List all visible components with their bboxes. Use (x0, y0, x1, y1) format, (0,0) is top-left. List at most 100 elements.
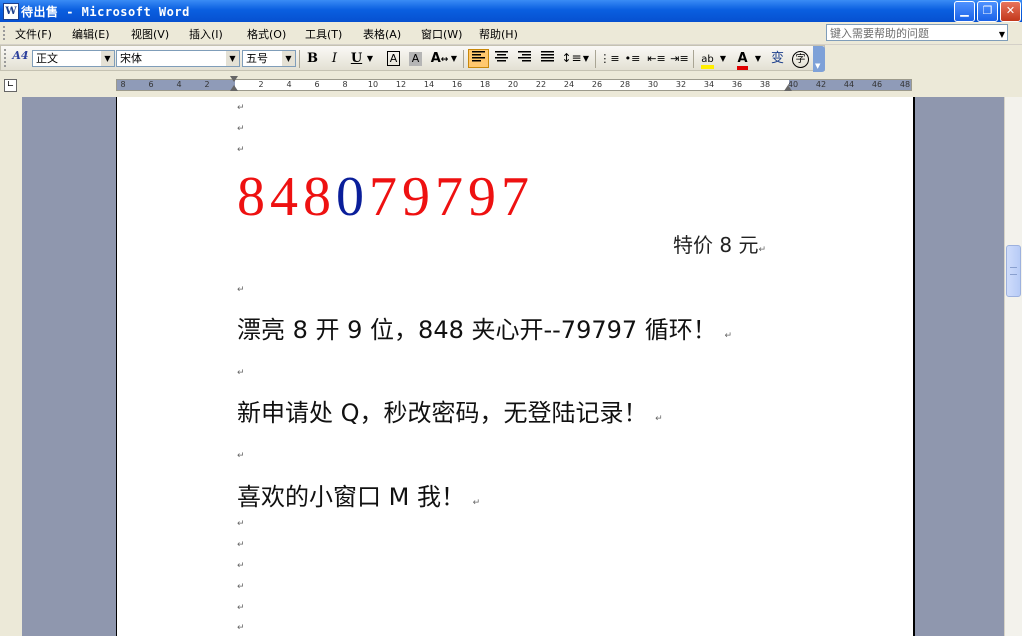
ruler-tick-label: 36 (731, 80, 743, 89)
italic-button[interactable]: I (324, 49, 345, 68)
enclose-characters-button[interactable]: 字 (790, 49, 811, 68)
font-select[interactable]: 宋体 ▼ (116, 50, 240, 67)
first-line-indent-marker[interactable] (230, 76, 238, 82)
phonetic-guide-icon: 变 (770, 51, 784, 66)
vertical-scrollbar[interactable] (1004, 97, 1022, 636)
paragraph-mark: ↵ (758, 245, 766, 255)
menu-view[interactable]: 视图(V) (131, 26, 169, 42)
chevron-down-icon[interactable]: ▼ (101, 51, 114, 66)
ruler-tick-label: 12 (395, 80, 407, 89)
right-indent-marker[interactable] (784, 85, 792, 91)
line-3-text: 喜欢的小窗口 M 我！ (237, 483, 465, 511)
paragraph-mark: ↵ (237, 103, 245, 113)
styles-pane-icon[interactable]: A4 (10, 49, 31, 68)
restore-button[interactable]: ❐ (977, 1, 998, 22)
ruler-tick-label: 6 (148, 80, 154, 89)
menu-insert[interactable]: 插入(I) (189, 26, 223, 42)
hanging-indent-marker[interactable] (230, 85, 238, 91)
justify-button[interactable] (537, 49, 558, 68)
font-color-dropdown-icon[interactable]: ▼ (753, 49, 763, 68)
chevron-down-icon[interactable]: ▼ (226, 51, 239, 66)
decrease-indent-button[interactable]: ⇤≡ (646, 49, 667, 68)
chevron-down-icon[interactable]: ▼ (282, 51, 295, 66)
menu-help[interactable]: 帮助(H) (479, 26, 518, 42)
help-search-input[interactable]: 键入需要帮助的问题 ▼ (826, 24, 1008, 41)
font-color-button[interactable]: A (732, 49, 753, 70)
big-digit: 9 (468, 166, 501, 228)
align-left-icon (472, 51, 485, 62)
menu-edit[interactable]: 编辑(E) (72, 26, 110, 42)
ruler-tick-label: 42 (815, 80, 827, 89)
paragraph-mark: ↵ (237, 451, 245, 461)
menu-file[interactable]: 文件(F) (15, 26, 52, 42)
menu-format[interactable]: 格式(O) (247, 26, 286, 42)
bulleted-list-icon: •≡ (624, 52, 641, 65)
style-select[interactable]: 正文 ▼ (32, 50, 115, 67)
title-bar[interactable]: W 待出售 - Microsoft Word ▁ ❐ ✕ (0, 0, 1022, 22)
align-right-button[interactable] (514, 49, 535, 68)
toolbar-separator (463, 50, 464, 68)
big-digit: 9 (402, 166, 435, 228)
line-spacing-icon: ↕≡ (561, 51, 582, 65)
document-area[interactable]: ↵ ↵ ↵ 848079797 特价 8 元↵ ↵ 漂亮 8 开 9 位，848… (22, 97, 1004, 636)
line-spacing-button[interactable]: ↕≡ (561, 49, 582, 68)
close-button[interactable]: ✕ (1000, 1, 1021, 22)
ruler-tick-label: 46 (871, 80, 883, 89)
close-icon: ✕ (1005, 4, 1016, 17)
font-size-select[interactable]: 五号 ▼ (242, 50, 296, 67)
restore-icon: ❐ (982, 4, 993, 17)
char-shading-button[interactable]: A (405, 49, 426, 68)
ruler-tick-label: 48 (899, 80, 911, 89)
increase-indent-button[interactable]: ⇥≡ (669, 49, 690, 68)
decrease-indent-icon: ⇤≡ (647, 52, 666, 65)
document-page[interactable]: ↵ ↵ ↵ 848079797 特价 8 元↵ ↵ 漂亮 8 开 9 位，848… (116, 97, 915, 636)
align-right-icon (518, 51, 531, 62)
paragraph-mark: ↵ (237, 603, 245, 613)
word-app-icon[interactable]: W (3, 3, 19, 20)
char-border-icon: A (386, 51, 401, 66)
increase-indent-icon: ⇥≡ (670, 52, 689, 65)
toolbar-options-button[interactable]: ▼ (813, 46, 825, 72)
tab-selector[interactable]: ∟ (4, 79, 17, 92)
bullets-button[interactable]: •≡ (622, 49, 643, 68)
highlight-button[interactable]: ab (697, 49, 718, 69)
ruler-tick-label: 26 (591, 80, 603, 89)
underline-button[interactable]: U (346, 49, 367, 68)
ruler-tick-label: 2 (258, 80, 264, 89)
menu-tools[interactable]: 工具(T) (305, 26, 342, 42)
help-placeholder: 键入需要帮助的问题 (830, 27, 929, 40)
line-spacing-dropdown-icon[interactable]: ▼ (581, 49, 591, 68)
ruler-tick-label: 24 (563, 80, 575, 89)
chevron-down-icon[interactable]: ▼ (999, 26, 1005, 43)
tab-stop-icon: ∟ (6, 80, 15, 90)
underline-dropdown-icon[interactable]: ▼ (365, 49, 375, 68)
toolbar-grip[interactable] (4, 49, 9, 67)
numbered-list-icon: ⋮≡ (599, 52, 620, 65)
ruler-tick-label: 22 (535, 80, 547, 89)
scrollbar-thumb[interactable] (1006, 245, 1021, 297)
ruler-tick-label: 4 (286, 80, 292, 89)
char-scale-dropdown-icon[interactable]: ▼ (449, 49, 459, 68)
phonetic-guide-button[interactable]: 变 (767, 49, 788, 68)
ruler-tick-label: 20 (507, 80, 519, 89)
paragraph-mark: ↵ (237, 124, 245, 134)
bold-button[interactable]: B (302, 49, 323, 68)
highlight-dropdown-icon[interactable]: ▼ (718, 49, 728, 68)
align-center-button[interactable] (491, 49, 512, 68)
ruler-tick-label: 34 (703, 80, 715, 89)
paragraph-mark: ↵ (655, 414, 663, 424)
big-digit: 8 (303, 166, 336, 228)
paragraph-mark: ↵ (472, 498, 481, 508)
char-border-button[interactable]: A (383, 49, 404, 68)
ruler-tick-label: 14 (423, 80, 435, 89)
numbering-button[interactable]: ⋮≡ (599, 49, 620, 68)
style-value: 正文 (36, 52, 58, 65)
align-left-button[interactable] (468, 49, 489, 68)
menu-window[interactable]: 窗口(W) (421, 26, 462, 42)
char-scale-button[interactable]: A↔ (429, 49, 450, 68)
paragraph-mark: ↵ (237, 519, 245, 529)
menu-grip[interactable] (3, 26, 8, 40)
menu-table[interactable]: 表格(A) (363, 26, 401, 42)
minimize-button[interactable]: ▁ (954, 1, 975, 22)
ruler-tick-label: 38 (759, 80, 771, 89)
